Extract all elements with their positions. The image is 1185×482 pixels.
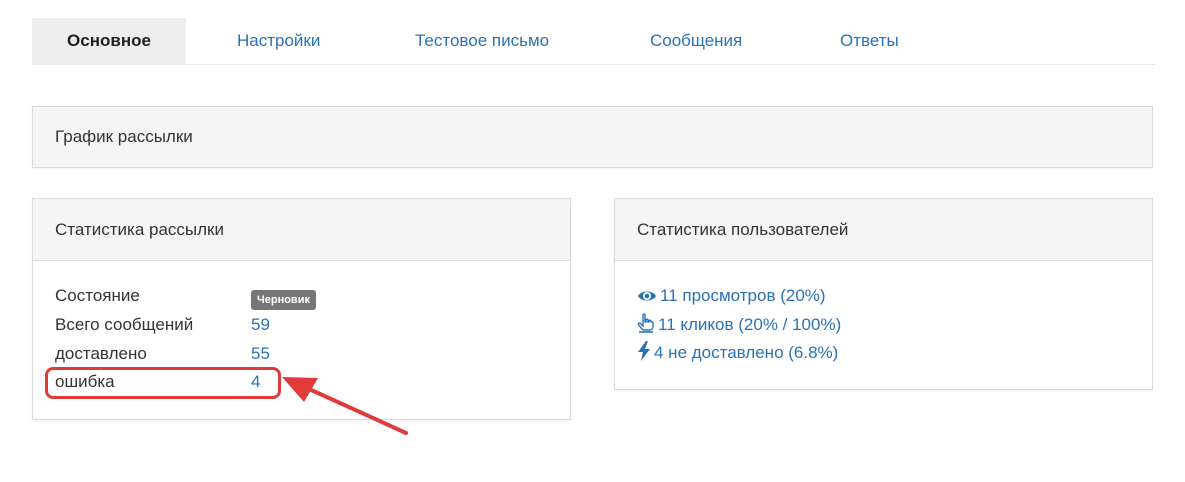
bolt-icon xyxy=(638,341,650,361)
tab-replies[interactable]: Ответы xyxy=(840,18,899,64)
clicks-stat[interactable]: 11 кликов (20% / 100%) xyxy=(637,313,841,336)
tab-bar: Основное Настройки Тестовое письмо Сообщ… xyxy=(32,18,1155,65)
not-delivered-stat-text: 4 не доставлено (6.8%) xyxy=(654,343,839,362)
mailing-stats-title: Статистика рассылки xyxy=(33,199,570,261)
status-badge: Черновик xyxy=(251,290,316,310)
tab-main[interactable]: Основное xyxy=(32,18,186,64)
schedule-panel[interactable]: График рассылки xyxy=(32,106,1153,168)
arrow-annotation-icon xyxy=(282,377,408,435)
tab-test-email[interactable]: Тестовое письмо xyxy=(415,18,549,64)
not-delivered-stat[interactable]: 4 не доставлено (6.8%) xyxy=(637,341,838,364)
clicks-stat-text: 11 кликов (20% / 100%) xyxy=(658,315,842,334)
pointer-hand-icon xyxy=(637,313,654,333)
views-stat[interactable]: 11 просмотров (20%) xyxy=(637,285,826,307)
error-highlight-box xyxy=(45,367,281,399)
total-messages-label: Всего сообщений xyxy=(55,315,194,334)
delivered-value[interactable]: 55 xyxy=(251,343,270,365)
total-messages-value[interactable]: 59 xyxy=(251,314,270,336)
user-stats-title: Статистика пользователей xyxy=(615,199,1152,261)
eye-icon xyxy=(638,291,656,301)
views-stat-text: 11 просмотров (20%) xyxy=(660,286,826,305)
schedule-panel-title: График рассылки xyxy=(33,107,1152,167)
delivered-label: доставлено xyxy=(55,344,147,363)
tab-settings[interactable]: Настройки xyxy=(237,18,320,64)
tab-messages[interactable]: Сообщения xyxy=(650,18,742,64)
user-stats-panel: Статистика пользователей 11 просмотров (… xyxy=(614,198,1153,390)
status-label: Состояние xyxy=(55,286,140,305)
